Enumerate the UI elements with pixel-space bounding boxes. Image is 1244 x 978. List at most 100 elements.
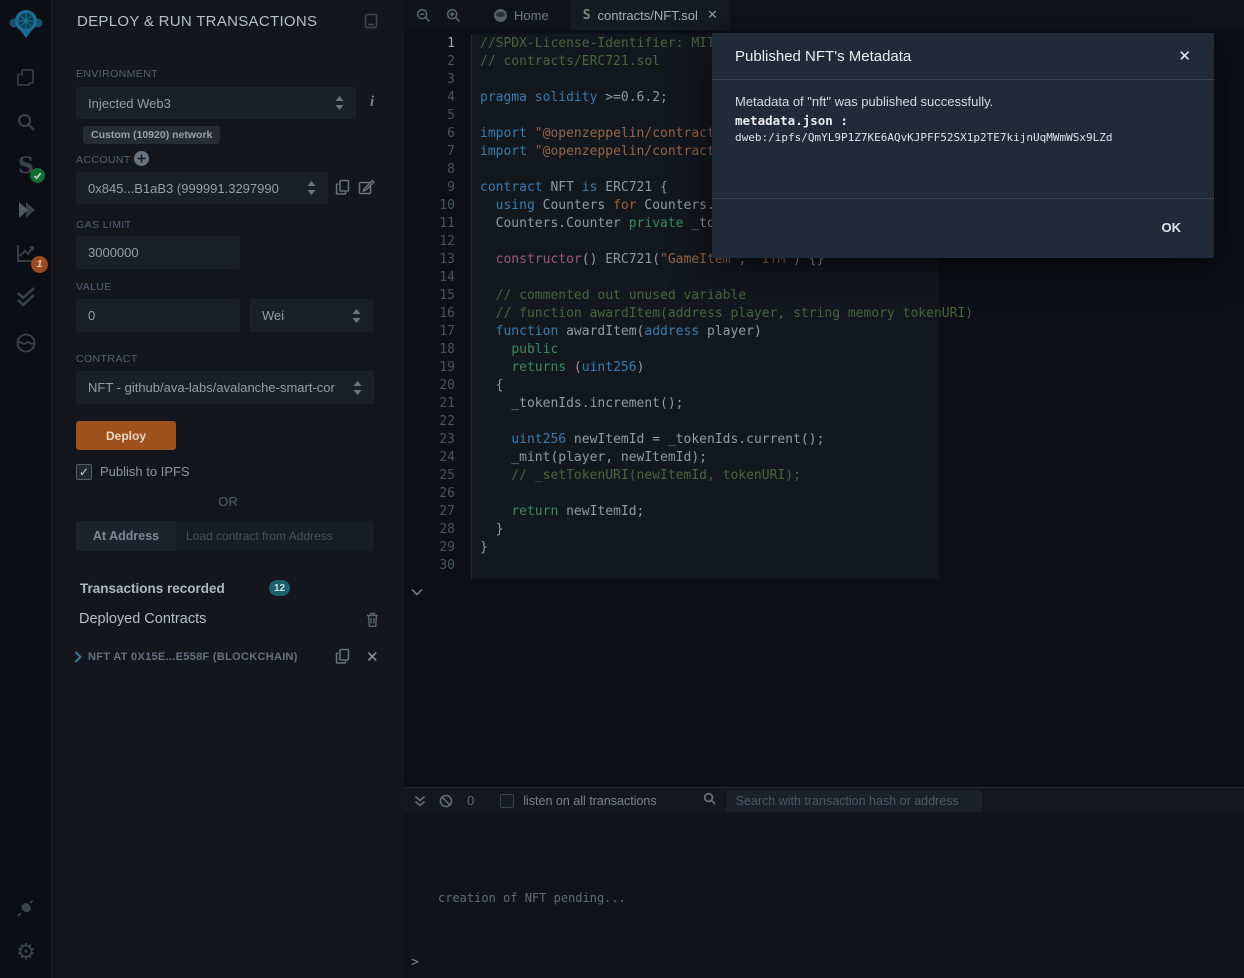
line-number[interactable]: 17 — [404, 323, 455, 341]
line-number[interactable]: 9 — [404, 179, 455, 197]
debugger-icon[interactable] — [13, 330, 39, 356]
code-line[interactable]: contract NFT is ERC721 { — [455, 179, 668, 197]
tab-close-icon[interactable]: ✕ — [707, 7, 718, 23]
code-line[interactable]: // contracts/ERC721.sol — [455, 53, 660, 71]
account-select[interactable]: 0x845...B1aB3 (999991.3297990 — [76, 172, 328, 204]
line-number[interactable]: 20 — [404, 377, 455, 395]
terminal-drag-handle[interactable] — [404, 780, 1244, 787]
add-account-icon[interactable] — [134, 151, 149, 171]
line-number[interactable]: 15 — [404, 287, 455, 305]
tab-nft-sol[interactable]: S contracts/NFT.sol ✕ — [571, 0, 730, 30]
line-number[interactable]: 29 — [404, 539, 455, 557]
line-number[interactable]: 7 — [404, 143, 455, 161]
line-number[interactable]: 6 — [404, 125, 455, 143]
search-icon[interactable] — [13, 109, 39, 135]
ok-button[interactable]: OK — [1152, 214, 1192, 241]
code-line[interactable]: // _setTokenURI(newItemId, tokenURI); — [455, 467, 801, 485]
publish-ipfs-checkbox[interactable]: ✓ — [76, 464, 92, 480]
terminal-log-line: creation of NFT pending... — [438, 891, 626, 905]
at-address-button[interactable]: At Address — [76, 521, 176, 551]
code-line[interactable]: uint256 newItemId = _tokenIds.current(); — [455, 431, 824, 449]
code-line[interactable]: //SPDX-License-Identifier: MIT — [455, 35, 715, 53]
clear-deployed-trash-icon[interactable] — [366, 612, 379, 632]
code-line[interactable]: public — [455, 341, 558, 359]
documentation-icon[interactable] — [364, 13, 378, 34]
gas-limit-input[interactable] — [76, 236, 240, 269]
line-number[interactable]: 13 — [404, 251, 455, 269]
line-number[interactable]: 30 — [404, 557, 455, 575]
deploy-run-icon[interactable] — [13, 197, 39, 223]
value-input[interactable] — [76, 299, 240, 332]
unit-testing-icon[interactable] — [13, 284, 39, 310]
code-line[interactable] — [455, 107, 480, 125]
terminal-output[interactable]: creation of NFT pending... > — [404, 813, 1244, 978]
value-unit-select[interactable]: Wei — [250, 299, 373, 332]
line-number[interactable]: 19 — [404, 359, 455, 377]
editor-zoom-out-icon[interactable] — [408, 0, 438, 30]
line-number[interactable]: 18 — [404, 341, 455, 359]
code-line[interactable]: pragma solidity >=0.6.2; — [455, 89, 668, 107]
solidity-file-icon: S — [583, 8, 591, 23]
code-line[interactable] — [455, 161, 480, 179]
line-number[interactable]: 3 — [404, 71, 455, 89]
deployed-contract-item[interactable]: NFT AT 0X15E...E558F (BLOCKCHAIN) — [88, 651, 298, 663]
tab-home[interactable]: Home — [482, 0, 561, 30]
code-line[interactable]: } — [455, 521, 503, 539]
listen-transactions-checkbox[interactable] — [500, 794, 514, 808]
line-number[interactable]: 14 — [404, 269, 455, 287]
file-explorer-icon[interactable] — [13, 65, 39, 91]
line-number[interactable]: 8 — [404, 161, 455, 179]
code-line[interactable]: { — [455, 377, 503, 395]
copy-contract-address-icon[interactable] — [335, 648, 350, 670]
line-number[interactable]: 2 — [404, 53, 455, 71]
code-line[interactable] — [455, 485, 480, 503]
copy-account-icon[interactable] — [335, 179, 350, 201]
code-line[interactable]: function awardItem(address player) — [455, 323, 762, 341]
code-line[interactable]: // commented out unused variable — [455, 287, 746, 305]
line-number[interactable]: 24 — [404, 449, 455, 467]
line-number[interactable]: 5 — [404, 107, 455, 125]
remove-deployed-item-icon[interactable]: ✕ — [366, 648, 379, 666]
at-address-input[interactable] — [176, 521, 374, 551]
line-number[interactable]: 23 — [404, 431, 455, 449]
transactions-chevron-down-icon[interactable] — [411, 583, 423, 601]
solidity-compiler-icon[interactable]: S — [13, 153, 39, 179]
line-number[interactable]: 22 — [404, 413, 455, 431]
line-number[interactable]: 26 — [404, 485, 455, 503]
code-line[interactable]: _mint(player, newItemId); — [455, 449, 707, 467]
line-number[interactable]: 11 — [404, 215, 455, 233]
line-number[interactable]: 1 — [404, 35, 455, 53]
editor-zoom-in-icon[interactable] — [438, 0, 468, 30]
settings-gear-icon[interactable]: ⚙ — [13, 939, 39, 965]
line-number[interactable]: 25 — [404, 467, 455, 485]
sign-message-icon[interactable] — [358, 179, 375, 200]
plugin-manager-icon[interactable] — [13, 895, 39, 921]
code-line[interactable]: returns (uint256) — [455, 359, 644, 377]
environment-select[interactable]: Injected Web3 — [76, 87, 356, 119]
code-line[interactable] — [455, 557, 480, 575]
line-number[interactable]: 10 — [404, 197, 455, 215]
code-line[interactable]: // function awardItem(address player, st… — [455, 305, 973, 323]
terminal-collapse-icon[interactable] — [414, 795, 426, 807]
code-line[interactable]: _tokenIds.increment(); — [455, 395, 684, 413]
terminal-search-input[interactable] — [726, 790, 982, 812]
line-number[interactable]: 21 — [404, 395, 455, 413]
remix-logo-icon[interactable] — [6, 6, 46, 44]
line-number[interactable]: 12 — [404, 233, 455, 251]
line-number[interactable]: 27 — [404, 503, 455, 521]
modal-close-icon[interactable]: ✕ — [1178, 47, 1191, 65]
code-line[interactable]: return newItemId; — [455, 503, 644, 521]
contract-select[interactable]: NFT - github/ava-labs/avalanche-smart-co… — [76, 371, 374, 404]
code-line[interactable]: } — [455, 539, 488, 557]
line-number[interactable]: 4 — [404, 89, 455, 107]
code-line[interactable] — [455, 413, 480, 431]
code-line[interactable] — [455, 233, 480, 251]
code-line[interactable] — [455, 71, 480, 89]
line-number[interactable]: 16 — [404, 305, 455, 323]
deploy-button[interactable]: Deploy — [76, 421, 176, 450]
analytics-icon[interactable]: 1 — [13, 240, 39, 266]
line-number[interactable]: 28 — [404, 521, 455, 539]
environment-info-icon[interactable]: i — [370, 94, 374, 111]
deployed-item-expand-icon[interactable] — [74, 650, 82, 668]
code-line[interactable] — [455, 269, 480, 287]
